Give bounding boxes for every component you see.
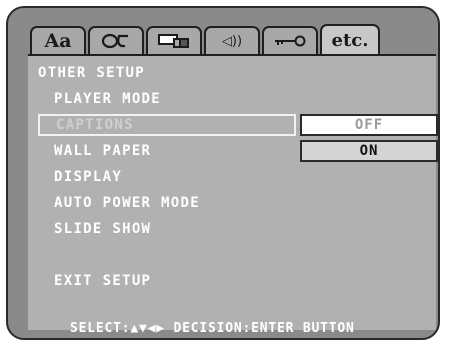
tab-picture[interactable] [146, 26, 202, 54]
picture-icon [157, 33, 191, 49]
option-off[interactable]: OFF [300, 114, 438, 136]
etc-icon: etc. [331, 29, 369, 51]
audio-icon: ◁)) [221, 33, 243, 49]
tab-language[interactable]: Aa [30, 26, 86, 54]
menu-item-captions[interactable]: CAPTIONS [38, 114, 296, 136]
tab-subtitle[interactable] [88, 26, 144, 54]
tab-etc[interactable]: etc. [320, 24, 380, 54]
tab-lock[interactable] [262, 26, 318, 54]
menu-item-player-mode[interactable]: PLAYER MODE [54, 88, 161, 110]
language-icon: Aa [44, 30, 72, 52]
menu-item-auto-power-mode[interactable]: AUTO POWER MODE [54, 192, 200, 214]
setup-screen: Aa ◁)) etc. OTHER SETUP PLAYER MODE CAPT… [6, 6, 440, 340]
footer-hint: SELECT:▲▼◀▶ DECISION:ENTER BUTTON [70, 321, 355, 336]
menu-item-slide-show[interactable]: SLIDE SHOW [54, 218, 151, 240]
option-on[interactable]: ON [300, 140, 438, 162]
menu-item-display[interactable]: DISPLAY [54, 166, 122, 188]
menu-panel: OTHER SETUP PLAYER MODE CAPTIONS WALL PA… [28, 54, 436, 330]
menu-header: OTHER SETUP [38, 65, 146, 81]
subtitle-icon [101, 32, 131, 50]
key-icon [273, 34, 307, 48]
tab-bar: Aa ◁)) etc. [30, 24, 382, 54]
tab-audio[interactable]: ◁)) [204, 26, 260, 54]
menu-item-exit-setup[interactable]: EXIT SETUP [54, 270, 151, 292]
menu-item-wall-paper[interactable]: WALL PAPER [54, 140, 151, 162]
